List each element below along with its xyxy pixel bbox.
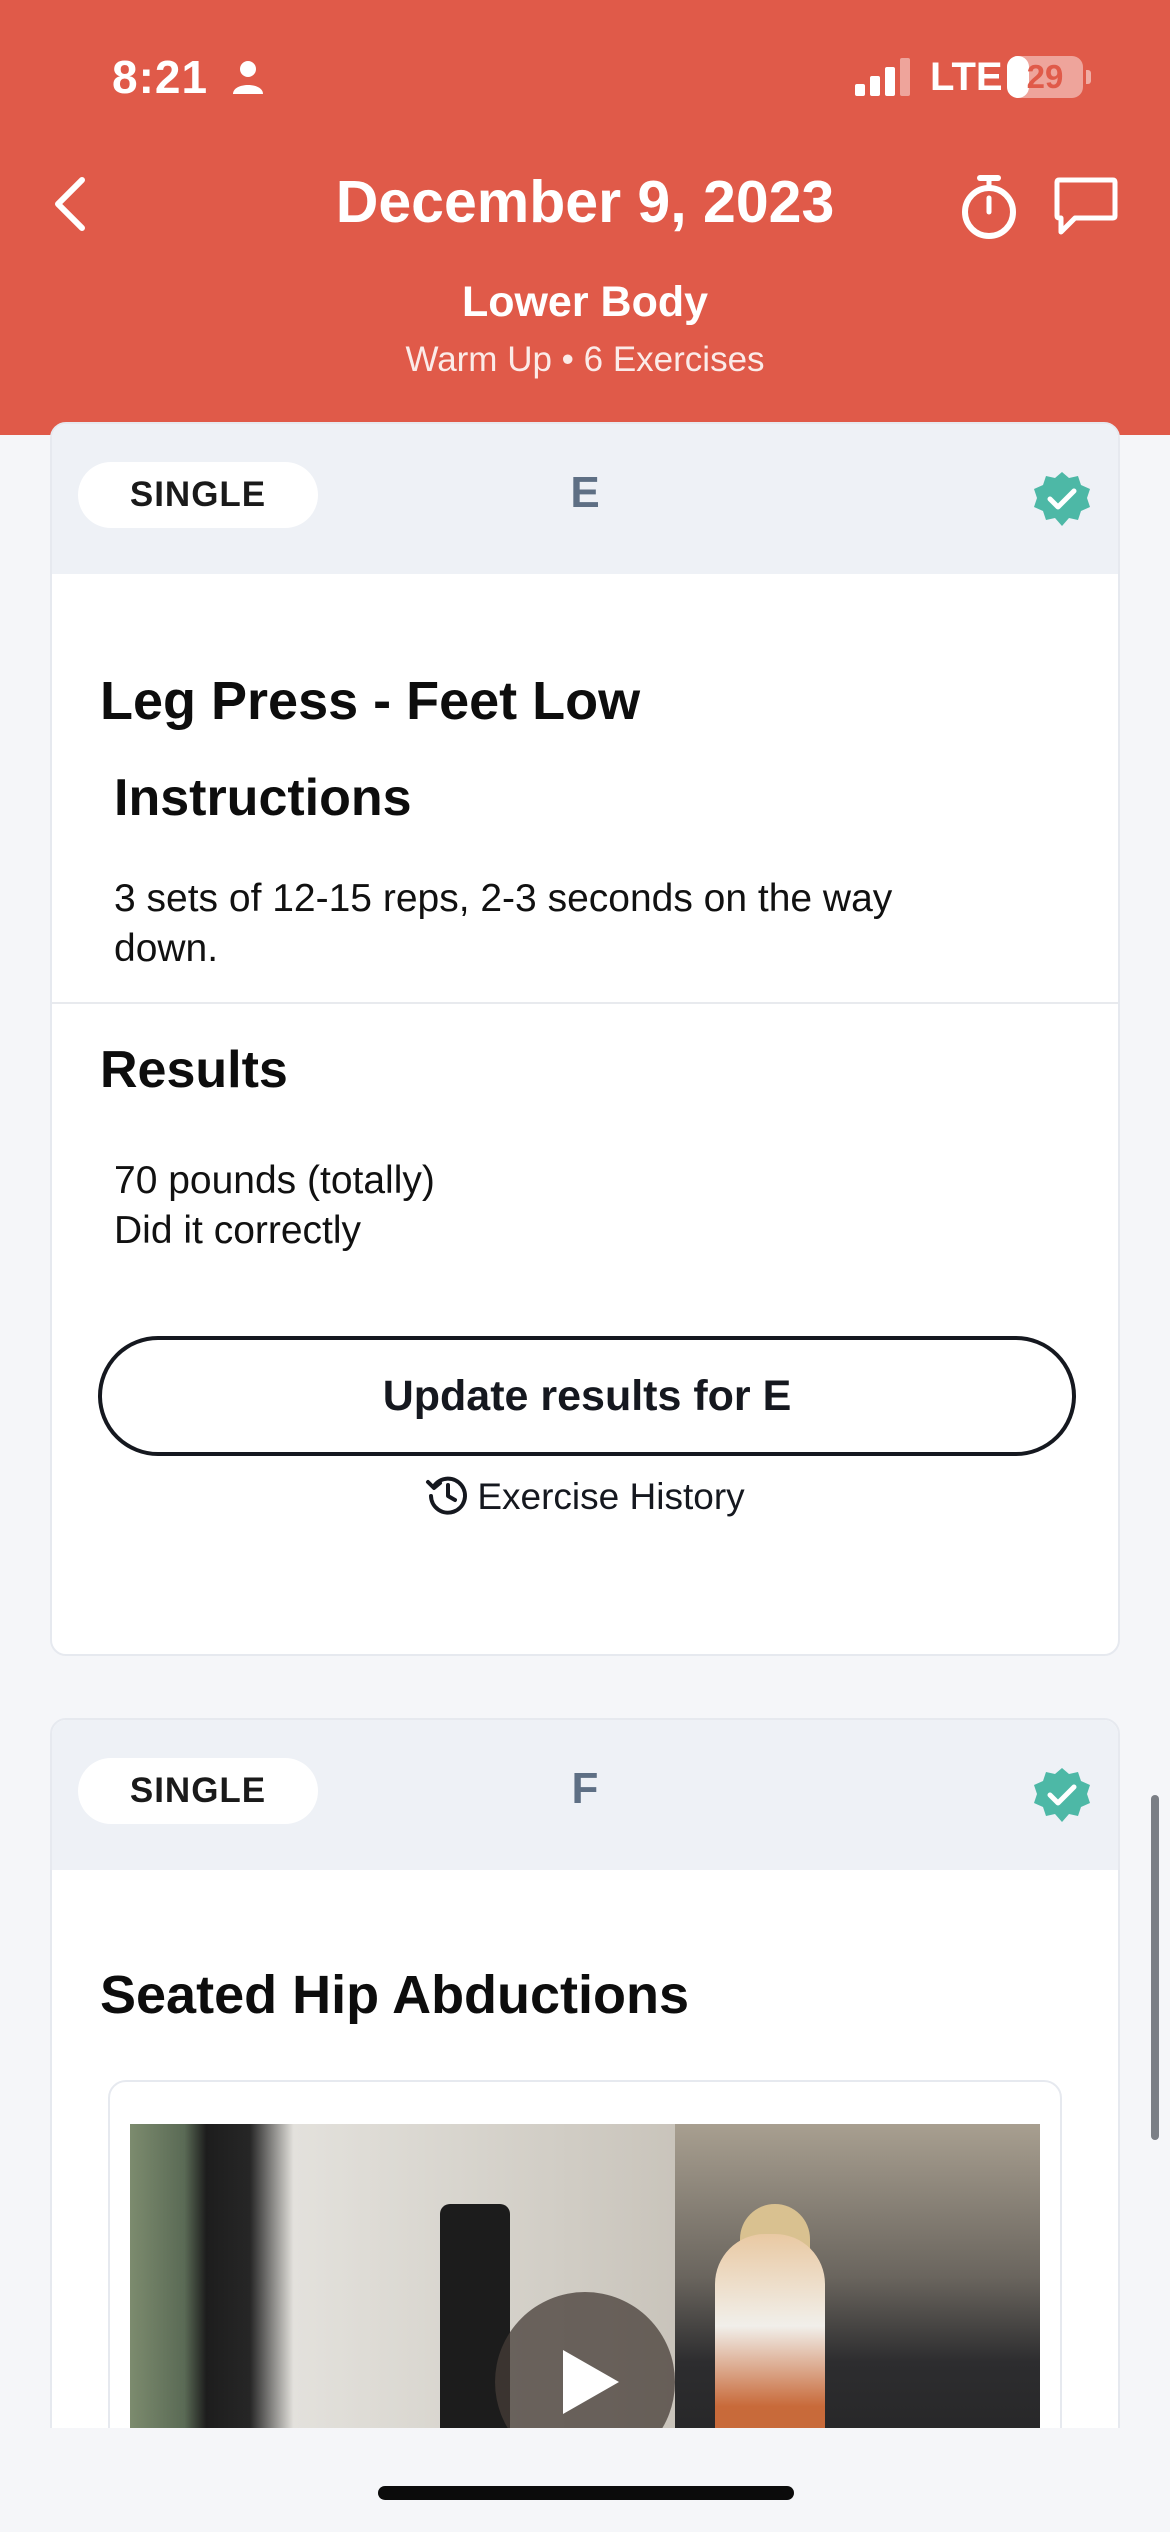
exercise-history-link[interactable]: Exercise History xyxy=(52,1476,1118,1518)
exercise-card-f: SINGLE F Seated Hip Abductions xyxy=(50,1718,1120,2532)
instructions-line-1: 3 sets of 12-15 reps, 2-3 seconds on the… xyxy=(114,877,893,920)
exercise-title: Seated Hip Abductions xyxy=(100,1965,690,2025)
home-indicator[interactable] xyxy=(378,2486,794,2500)
exercise-letter: E xyxy=(570,468,600,517)
result-line-1: 70 pounds (totally) xyxy=(114,1159,435,1202)
instructions-line-2: down. xyxy=(114,927,219,970)
status-time: 8:21 xyxy=(112,51,209,103)
instructions-heading: Instructions xyxy=(114,769,412,827)
chat-icon[interactable] xyxy=(1053,176,1119,236)
divider xyxy=(52,1002,1118,1004)
header-bar: 8:21 LTE 29 December 9, 2023 Lower Body … xyxy=(0,0,1170,435)
update-results-button[interactable]: Update results for E xyxy=(98,1336,1076,1456)
history-icon xyxy=(426,1476,468,1515)
history-label: Exercise History xyxy=(477,1476,745,1517)
person-icon xyxy=(233,61,263,94)
video-container xyxy=(108,2080,1062,2480)
card-header: SINGLE F xyxy=(52,1720,1118,1870)
exercise-letter: F xyxy=(571,1764,599,1813)
battery-level: 29 xyxy=(1026,58,1064,95)
signal-icon xyxy=(855,58,910,96)
timer-icon[interactable] xyxy=(958,174,1020,240)
play-icon xyxy=(563,2350,619,2414)
battery-icon: 29 xyxy=(1007,56,1083,98)
bottom-safe-area xyxy=(0,2428,1170,2532)
scrollbar[interactable] xyxy=(1151,1795,1159,2140)
result-line-2: Did it correctly xyxy=(114,1209,362,1252)
exercise-title: Leg Press - Feet Low xyxy=(100,671,641,731)
card-header: SINGLE E xyxy=(52,424,1118,574)
check-badge-icon xyxy=(1034,1768,1090,1822)
workout-meta: Warm Up • 6 Exercises xyxy=(405,340,765,379)
exercise-card-e: SINGLE E Leg Press - Feet Low Instructio… xyxy=(50,422,1120,1656)
battery-nub xyxy=(1086,70,1091,84)
video-machine xyxy=(440,2204,510,2464)
workout-name: Lower Body xyxy=(461,278,709,326)
carrier-label: LTE xyxy=(930,55,1003,99)
exercise-video[interactable] xyxy=(130,2124,1040,2464)
check-badge-icon xyxy=(1034,472,1090,526)
results-heading: Results xyxy=(100,1041,288,1099)
